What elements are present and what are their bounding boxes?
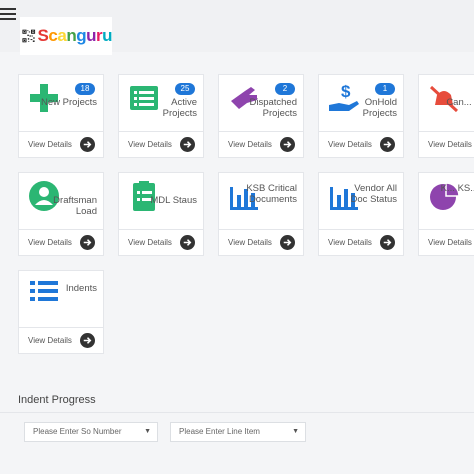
view-details-link[interactable]: View Details <box>28 140 72 149</box>
card-new-projects: 18 New Projects View Details <box>18 74 104 158</box>
card-draftsman-load: Draftsman Load View Details <box>18 172 104 256</box>
caret-down-icon: ▼ <box>292 428 299 435</box>
card-cancelled-projects: Can... Pro... View Details <box>418 74 474 158</box>
card-footer[interactable]: View Details <box>419 131 474 157</box>
view-details-link[interactable]: View Details <box>128 238 172 247</box>
card-title: Dispatched Projects <box>249 97 297 119</box>
card-footer[interactable]: View Details <box>219 229 303 255</box>
select-placeholder: Please Enter So Number <box>33 427 122 436</box>
card-title: K... KS... Vi... D... <box>440 183 474 194</box>
view-details-link[interactable]: View Details <box>428 140 472 149</box>
divider <box>0 412 474 413</box>
card-footer[interactable]: View Details <box>319 131 403 157</box>
count-badge: 18 <box>75 83 95 95</box>
card-title: Indents <box>65 283 97 294</box>
view-details-link[interactable]: View Details <box>228 140 272 149</box>
so-number-select[interactable]: Please Enter So Number ▼ <box>24 422 158 442</box>
arrow-circle-right-icon[interactable] <box>80 137 95 152</box>
card-title: New Projects <box>41 97 97 108</box>
arrow-circle-right-icon[interactable] <box>80 333 95 348</box>
logo-text: Scanguru <box>37 26 113 45</box>
card-ksb-critical-documents: KSB Critical Documents View Details <box>218 172 304 256</box>
card-ksb-view-documents: K... KS... Vi... D... View Details <box>418 172 474 256</box>
arrow-circle-right-icon[interactable] <box>180 137 195 152</box>
arrow-circle-right-icon[interactable] <box>180 235 195 250</box>
arrow-circle-right-icon[interactable] <box>280 137 295 152</box>
card-footer[interactable]: View Details <box>19 327 103 353</box>
count-badge: 2 <box>275 83 295 95</box>
card-onhold-projects: $ 1 OnHold Projects View Details <box>318 74 404 158</box>
caret-down-icon: ▼ <box>144 428 151 435</box>
card-title: KSB Critical Documents <box>246 183 297 205</box>
card-footer[interactable]: View Details <box>19 131 103 157</box>
arrow-circle-right-icon[interactable] <box>280 235 295 250</box>
arrow-circle-right-icon[interactable] <box>380 137 395 152</box>
view-details-link[interactable]: View Details <box>28 238 72 247</box>
view-details-link[interactable]: View Details <box>428 238 472 247</box>
card-active-projects: 25 Active Projects View Details <box>118 74 204 158</box>
count-badge: 25 <box>175 83 195 95</box>
arrow-circle-right-icon[interactable] <box>80 235 95 250</box>
card-title: Draftsman Load <box>53 195 97 217</box>
card-title: Active Projects <box>162 97 197 119</box>
card-vendor-doc-status: Vendor All Doc Status View Details <box>318 172 404 256</box>
select-placeholder: Please Enter Line Item <box>179 427 260 436</box>
view-details-link[interactable]: View Details <box>28 336 72 345</box>
top-bar: Scanguru <box>0 0 474 55</box>
card-title: Can... Pro... <box>446 97 474 108</box>
card-footer[interactable]: View Details <box>319 229 403 255</box>
hamburger-menu-icon[interactable] <box>0 8 16 22</box>
card-indents: Indents View Details <box>18 270 104 354</box>
view-details-link[interactable]: View Details <box>228 238 272 247</box>
card-footer[interactable]: View Details <box>119 229 203 255</box>
card-title: OnHold Projects <box>362 97 397 119</box>
count-badge: 1 <box>375 83 395 95</box>
card-title: Vendor All Doc Status <box>350 183 397 205</box>
logo: Scanguru <box>20 17 112 55</box>
card-footer[interactable]: View Details <box>19 229 103 255</box>
card-dispatched-projects: 2 Dispatched Projects View Details <box>218 74 304 158</box>
view-details-link[interactable]: View Details <box>328 140 372 149</box>
view-details-link[interactable]: View Details <box>128 140 172 149</box>
view-details-link[interactable]: View Details <box>328 238 372 247</box>
line-item-select[interactable]: Please Enter Line Item ▼ <box>170 422 306 442</box>
card-title: MDL Staus <box>150 195 197 206</box>
card-footer[interactable]: View Details <box>419 229 474 255</box>
indent-progress-title: Indent Progress <box>18 394 96 406</box>
card-footer[interactable]: View Details <box>219 131 303 157</box>
arrow-circle-right-icon[interactable] <box>380 235 395 250</box>
card-footer[interactable]: View Details <box>119 131 203 157</box>
qr-code-icon <box>22 29 36 43</box>
card-mdl-status: MDL Staus View Details <box>118 172 204 256</box>
